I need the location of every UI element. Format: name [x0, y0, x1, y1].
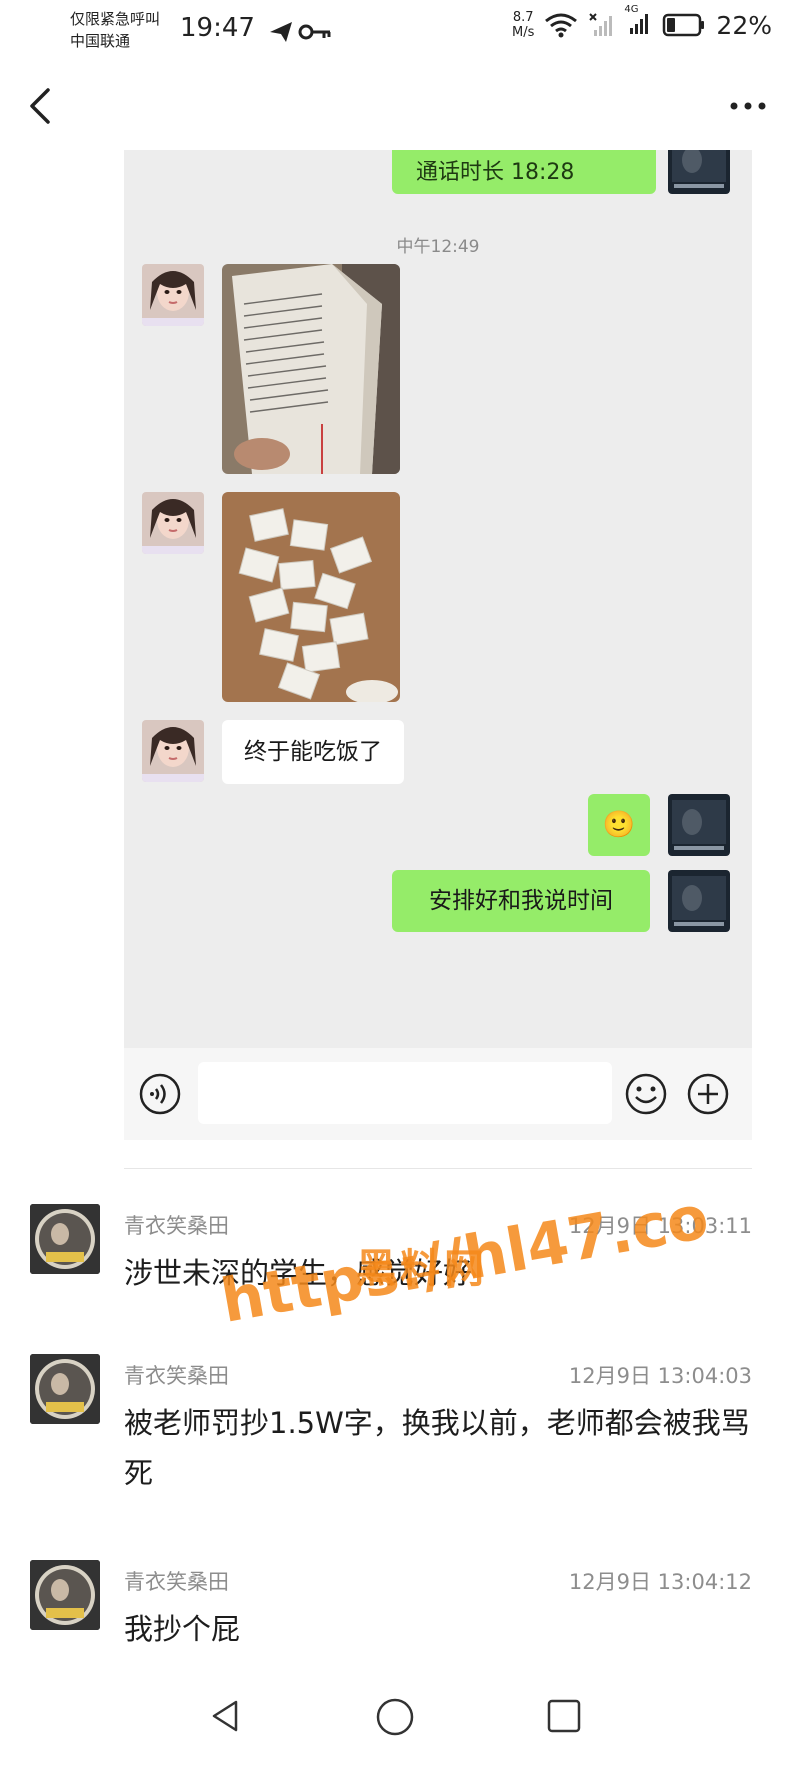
commenter-avatar[interactable]: [30, 1560, 100, 1630]
status-right-group: 8.7 M/s 4G 22%: [512, 4, 772, 40]
system-nav-bar: [0, 1680, 800, 1750]
carrier-info: 仅限紧急呼叫 中国联通: [70, 8, 160, 52]
carrier-line-2: 中国联通: [70, 32, 131, 50]
net-speed: 8.7 M/s: [512, 10, 534, 40]
status-bar: 仅限紧急呼叫 中国联通 19:47 8.7 M/s 4G 22%: [0, 0, 800, 56]
comment-text: 被老师罚抄1.5W字，换我以前，老师都会被我骂死: [124, 1406, 750, 1490]
more-button[interactable]: [726, 92, 770, 120]
battery-percent: 22%: [716, 10, 772, 40]
net-speed-value: 8.7: [512, 10, 534, 25]
triangle-back-icon: [212, 1700, 238, 1732]
chat-input-bar: [124, 1048, 752, 1140]
call-duration-bubble: 通话时长 18:28: [392, 150, 656, 194]
plus-icon: [687, 1073, 729, 1115]
avatar-self: [668, 870, 730, 932]
image-message-pages[interactable]: [222, 492, 400, 702]
divider: [124, 1168, 752, 1169]
send-icon: [270, 22, 292, 42]
more-actions-button[interactable]: [686, 1072, 730, 1116]
nav-recents-button[interactable]: [546, 1698, 582, 1734]
emoji-button[interactable]: [624, 1072, 668, 1116]
message-bubble-contact[interactable]: 终于能吃饭了: [222, 720, 404, 784]
status-left-icons: [268, 18, 338, 48]
square-recents-icon: [547, 1699, 581, 1733]
wifi-icon: [545, 13, 578, 38]
call-duration-text: 通话时长 18:28: [416, 160, 575, 185]
message-input[interactable]: [198, 1062, 612, 1124]
avatar-self: [668, 794, 730, 856]
commenter-name[interactable]: 青衣笑桑田: [124, 1360, 229, 1390]
commenter-name[interactable]: 青衣笑桑田: [124, 1210, 229, 1240]
avatar-contact: [142, 264, 204, 326]
commenter-avatar[interactable]: [30, 1204, 100, 1274]
avatar-contact: [142, 720, 204, 782]
net-speed-unit: M/s: [512, 25, 535, 40]
key-icon: [298, 24, 331, 40]
avatar-contact: [142, 492, 204, 554]
circle-home-icon: [376, 1698, 414, 1736]
back-button[interactable]: [22, 84, 62, 128]
more-dots-icon: [730, 102, 766, 110]
signal-off-icon: [589, 13, 613, 36]
commenter-name[interactable]: 青衣笑桑田: [124, 1566, 229, 1596]
image-message-book[interactable]: [222, 264, 400, 474]
message-bubble-emoji[interactable]: 🙂: [588, 794, 650, 856]
top-nav: [0, 66, 800, 146]
status-time: 19:47: [180, 13, 255, 43]
carrier-line-1: 仅限紧急呼叫: [70, 10, 161, 28]
comment-item: 青衣笑桑田 12月9日 13:04:12 我抄个屁: [0, 1560, 800, 1670]
nav-home-button[interactable]: [374, 1696, 416, 1738]
comment-time: 12月9日 13:04:03: [568, 1364, 752, 1388]
commenter-avatar[interactable]: [30, 1354, 100, 1424]
voice-icon: [139, 1073, 181, 1115]
network-type: 4G: [624, 4, 639, 15]
smiley-icon: [625, 1073, 667, 1115]
comment-item: 青衣笑桑田 12月9日 13:04:03 被老师罚抄1.5W字，换我以前，老师都…: [0, 1354, 800, 1524]
chevron-left-icon: [30, 88, 50, 124]
comment-text: 我抄个屁: [124, 1612, 241, 1646]
battery-icon: [663, 13, 705, 37]
nav-back-button[interactable]: [206, 1696, 246, 1736]
signal-4g: 4G: [624, 4, 652, 40]
comment-time: 12月9日 13:04:12: [568, 1570, 752, 1594]
time-separator: 中午12:49: [396, 237, 480, 257]
avatar-self: [668, 150, 730, 194]
chat-screenshot: 通话时长 18:28 中午12:49 终于能吃饭了 🙂 安排好和我说时间: [124, 150, 752, 1140]
voice-button[interactable]: [138, 1072, 182, 1116]
message-bubble-self[interactable]: 安排好和我说时间: [392, 870, 650, 932]
